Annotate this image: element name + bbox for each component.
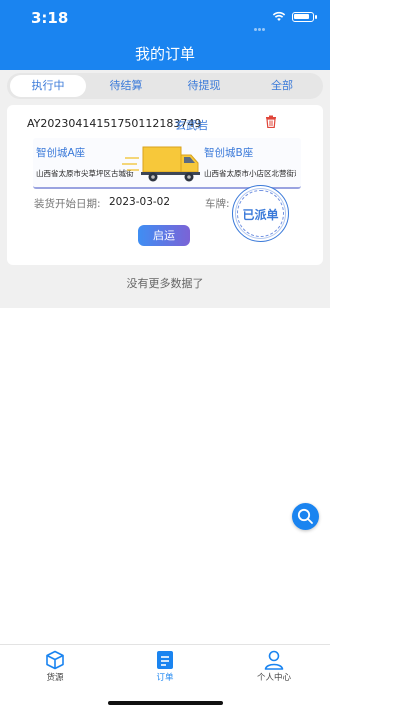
order-status-tabs: 执行中 待结算 待提现 全部 xyxy=(7,73,323,99)
destination-name: 智创城B座 xyxy=(204,147,254,159)
tab-pending-settlement[interactable]: 待结算 xyxy=(88,75,164,97)
search-icon xyxy=(297,508,313,524)
plate-label: 车牌: xyxy=(205,198,230,210)
order-list-area: 执行中 待结算 待提现 全部 AY20230414151750112183749… xyxy=(0,70,330,308)
status-time: 3:18 xyxy=(31,9,69,27)
wifi-icon xyxy=(272,11,286,21)
load-date-value: 2023-03-02 xyxy=(109,196,171,208)
list-end-text: 没有更多数据了 xyxy=(126,277,204,290)
search-button[interactable] xyxy=(292,503,319,530)
dispatched-stamp: 已派单 xyxy=(232,185,289,242)
status-bar: 3:18 xyxy=(0,0,330,34)
page-title: 我的订单 xyxy=(134,45,195,63)
trash-icon[interactable] xyxy=(265,115,277,128)
person-icon xyxy=(264,650,284,670)
tab-pending-withdrawal[interactable]: 待提现 xyxy=(166,75,242,97)
load-date-label: 装货开始日期: xyxy=(34,198,101,210)
tab-executing[interactable]: 执行中 xyxy=(10,75,86,97)
route-info: 智创城A座 山西省太原市尖草坪区古城街 智创城B座 山西省太原市小店区北营街道 xyxy=(33,138,301,189)
tabbar-label-orders: 订单 xyxy=(156,673,174,683)
origin-name: 智创城A座 xyxy=(36,147,86,159)
battery-icon xyxy=(292,12,317,22)
tabbar-label-cargo: 货源 xyxy=(46,673,64,683)
document-icon xyxy=(157,651,173,669)
signal-icon xyxy=(254,16,268,31)
app-header: 我的订单 xyxy=(0,34,330,70)
cargo-type: 玄武岩 xyxy=(175,119,208,132)
order-card[interactable]: AY20230414151750112183749 玄武岩 智创城A座 山西省太… xyxy=(7,105,323,265)
destination-address: 山西省太原市小店区北营街道 xyxy=(204,169,296,178)
home-indicator[interactable] xyxy=(108,701,223,705)
start-shipping-button[interactable]: 启运 xyxy=(138,225,190,246)
tabbar-label-profile: 个人中心 xyxy=(256,673,291,683)
cube-icon xyxy=(46,650,64,670)
tab-all[interactable]: 全部 xyxy=(244,75,320,97)
truck-icon xyxy=(122,146,200,182)
tabbar-item-orders[interactable]: 订单 xyxy=(120,645,210,685)
stamp-text: 已派单 xyxy=(242,208,279,222)
tabbar-item-cargo[interactable]: 货源 xyxy=(10,645,100,685)
bottom-tab-bar: 货源 订单 个人中心 xyxy=(0,644,330,684)
tabbar-item-profile[interactable]: 个人中心 xyxy=(229,645,319,685)
